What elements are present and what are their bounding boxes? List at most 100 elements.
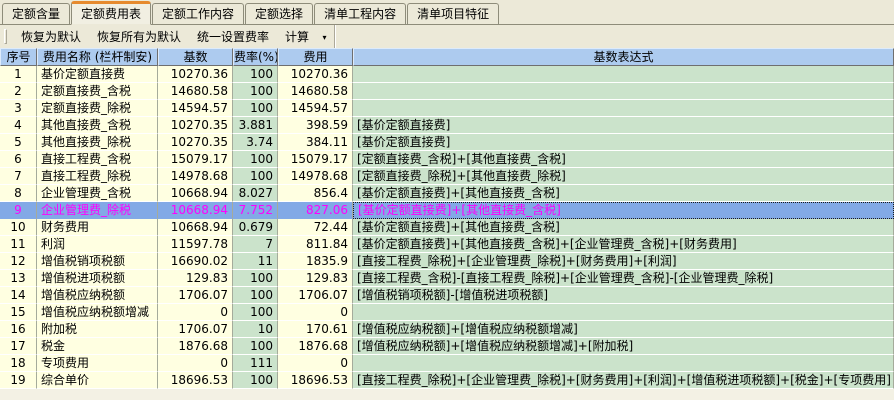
table-row[interactable]: 9企业管理费_除税10668.947.752827.06[基价定额直接费]+[其… (0, 202, 894, 219)
cell-name[interactable]: 增值税应纳税额增减 (37, 304, 158, 321)
tab-清单工程内容[interactable]: 清单工程内容 (314, 3, 406, 24)
cell-rate[interactable]: 100 (233, 151, 278, 168)
cell-expr[interactable]: [定额直接费_含税]+[其他直接费_含税] (353, 151, 894, 168)
cell-fee[interactable]: 170.61 (278, 321, 353, 338)
cell-expr[interactable]: [基价定额直接费] (353, 117, 894, 134)
cell-base[interactable]: 16690.02 (158, 253, 233, 270)
table-row[interactable]: 14增值税应纳税额1706.071001706.07[增值税销项税额]-[增值税… (0, 287, 894, 304)
cell-name[interactable]: 增值税应纳税额 (37, 287, 158, 304)
cell-name[interactable]: 专项费用 (37, 355, 158, 372)
cell-fee[interactable]: 856.4 (278, 185, 353, 202)
table-row[interactable]: 16附加税1706.0710170.61[增值税应纳税额]+[增值税应纳税额增减… (0, 321, 894, 338)
cell-expr[interactable]: [增值税应纳税额]+[增值税应纳税额增减] (353, 321, 894, 338)
cell-rate[interactable]: 11 (233, 253, 278, 270)
cell-rate[interactable]: 100 (233, 287, 278, 304)
cell-name[interactable]: 综合单价 (37, 372, 158, 389)
cell-expr[interactable]: [定额直接费_除税]+[其他直接费_除税] (353, 168, 894, 185)
cell-base[interactable]: 10270.36 (158, 66, 233, 83)
cell-fee[interactable]: 14594.57 (278, 100, 353, 117)
tab-定额费用表[interactable]: 定额费用表 (71, 1, 151, 25)
cell-fee[interactable]: 129.83 (278, 270, 353, 287)
cell-expr[interactable] (353, 83, 894, 100)
table-row[interactable]: 19综合单价18696.5310018696.53[直接工程费_除税]+[企业管… (0, 372, 894, 389)
cell-no[interactable]: 13 (0, 270, 37, 287)
cell-base[interactable]: 18696.53 (158, 372, 233, 389)
cell-expr[interactable]: [基价定额直接费] (353, 134, 894, 151)
table-row[interactable]: 10财务费用10668.940.67972.44[基价定额直接费]+[其他直接费… (0, 219, 894, 236)
toolbar-overflow-arrow-icon[interactable]: ▾ (319, 30, 330, 44)
table-row[interactable]: 7直接工程费_除税14978.6810014978.68[定额直接费_除税]+[… (0, 168, 894, 185)
cell-fee[interactable]: 827.06 (278, 202, 353, 219)
cell-no[interactable]: 5 (0, 134, 37, 151)
cell-expr[interactable] (353, 100, 894, 117)
table-row[interactable]: 2定额直接费_含税14680.5810014680.58 (0, 83, 894, 100)
table-row[interactable]: 3定额直接费_除税14594.5710014594.57 (0, 100, 894, 117)
cell-no[interactable]: 8 (0, 185, 37, 202)
cell-expr[interactable]: [增值税销项税额]-[增值税进项税额] (353, 287, 894, 304)
cell-base[interactable]: 0 (158, 355, 233, 372)
cell-name[interactable]: 基价定额直接费 (37, 66, 158, 83)
cell-fee[interactable]: 14978.68 (278, 168, 353, 185)
cell-no[interactable]: 10 (0, 219, 37, 236)
cell-no[interactable]: 6 (0, 151, 37, 168)
cell-base[interactable]: 1706.07 (158, 287, 233, 304)
cell-base[interactable]: 11597.78 (158, 236, 233, 253)
cell-no[interactable]: 14 (0, 287, 37, 304)
tab-清单项目特征[interactable]: 清单项目特征 (407, 3, 499, 24)
cell-fee[interactable]: 398.59 (278, 117, 353, 134)
table-row[interactable]: 8企业管理费_含税10668.948.027856.4[基价定额直接费]+[其他… (0, 185, 894, 202)
cell-name[interactable]: 企业管理费_含税 (37, 185, 158, 202)
toolbar-button-恢复所有为默认[interactable]: 恢复所有为默认 (89, 25, 189, 48)
cell-rate[interactable]: 3.74 (233, 134, 278, 151)
cell-base[interactable]: 129.83 (158, 270, 233, 287)
cell-name[interactable]: 其他直接费_含税 (37, 117, 158, 134)
cell-base[interactable]: 15079.17 (158, 151, 233, 168)
cell-fee[interactable]: 18696.53 (278, 372, 353, 389)
cell-no[interactable]: 1 (0, 66, 37, 83)
cell-expr[interactable]: [直接工程费_除税]+[企业管理费_除税]+[财务费用]+[利润] (353, 253, 894, 270)
cell-base[interactable]: 14680.58 (158, 83, 233, 100)
table-row[interactable]: 12增值税销项税额16690.02111835.9[直接工程费_除税]+[企业管… (0, 253, 894, 270)
cell-expr[interactable]: [直接工程费_含税]-[直接工程费_除税]+[企业管理费_含税]-[企业管理费_… (353, 270, 894, 287)
cell-no[interactable]: 9 (0, 202, 37, 219)
cell-fee[interactable]: 1706.07 (278, 287, 353, 304)
cell-no[interactable]: 7 (0, 168, 37, 185)
table-row[interactable]: 5其他直接费_除税10270.353.74384.11[基价定额直接费] (0, 134, 894, 151)
cell-no[interactable]: 18 (0, 355, 37, 372)
cell-base[interactable]: 10270.35 (158, 134, 233, 151)
table-row[interactable]: 1基价定额直接费10270.3610010270.36 (0, 66, 894, 83)
cell-no[interactable]: 11 (0, 236, 37, 253)
cell-name[interactable]: 企业管理费_除税 (37, 202, 158, 219)
cell-no[interactable]: 15 (0, 304, 37, 321)
cell-base[interactable]: 1876.68 (158, 338, 233, 355)
cell-fee[interactable]: 0 (278, 355, 353, 372)
tab-定额选择[interactable]: 定额选择 (245, 3, 313, 24)
cell-base[interactable]: 1706.07 (158, 321, 233, 338)
cell-expr[interactable] (353, 304, 894, 321)
cell-expr[interactable]: [基价定额直接费]+[其他直接费_含税]+[企业管理费_含税]+[财务费用] (353, 236, 894, 253)
cell-rate[interactable]: 100 (233, 66, 278, 83)
cell-no[interactable]: 3 (0, 100, 37, 117)
cell-fee[interactable]: 0 (278, 304, 353, 321)
cell-base[interactable]: 10668.94 (158, 219, 233, 236)
cell-rate[interactable]: 100 (233, 372, 278, 389)
cell-rate[interactable]: 0.679 (233, 219, 278, 236)
table-row[interactable]: 15增值税应纳税额增减01000 (0, 304, 894, 321)
cell-fee[interactable]: 1876.68 (278, 338, 353, 355)
cell-name[interactable]: 直接工程费_含税 (37, 151, 158, 168)
cell-base[interactable]: 0 (158, 304, 233, 321)
cell-rate[interactable]: 7 (233, 236, 278, 253)
cell-rate[interactable]: 100 (233, 168, 278, 185)
cell-fee[interactable]: 1835.9 (278, 253, 353, 270)
cell-no[interactable]: 16 (0, 321, 37, 338)
cell-base[interactable]: 10270.35 (158, 117, 233, 134)
cell-fee[interactable]: 15079.17 (278, 151, 353, 168)
cell-expr[interactable]: [直接工程费_除税]+[企业管理费_除税]+[财务费用]+[利润]+[增值税进项… (353, 372, 894, 389)
cell-fee[interactable]: 72.44 (278, 219, 353, 236)
cell-expr[interactable]: [基价定额直接费]+[其他直接费_含税] (353, 202, 894, 219)
cell-name[interactable]: 直接工程费_除税 (37, 168, 158, 185)
cell-name[interactable]: 增值税进项税额 (37, 270, 158, 287)
toolbar-button-计算[interactable]: 计算 (277, 25, 317, 48)
cell-base[interactable]: 14594.57 (158, 100, 233, 117)
cell-name[interactable]: 定额直接费_除税 (37, 100, 158, 117)
